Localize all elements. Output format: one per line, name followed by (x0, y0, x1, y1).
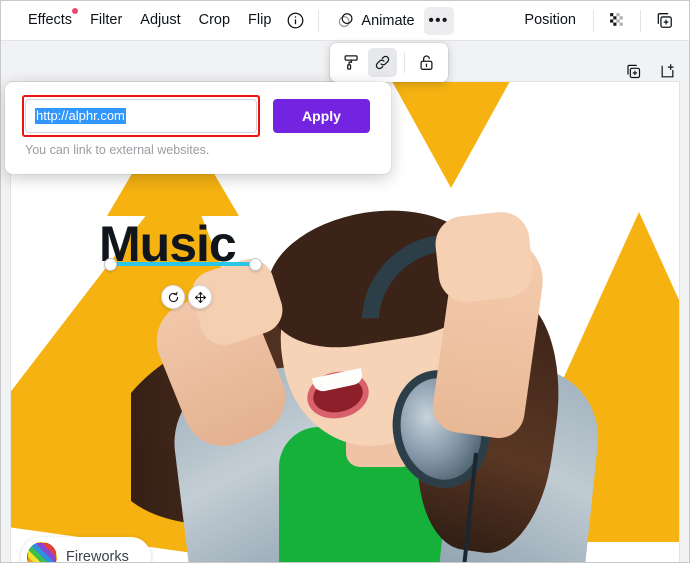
editor-window: Effects Filter Adjust Crop Flip Animate … (0, 0, 690, 563)
more-options-button[interactable]: ••• (423, 6, 454, 35)
link-dialog-row: http://alphr.com Apply (22, 95, 375, 137)
top-toolbar: Effects Filter Adjust Crop Flip Animate … (1, 1, 689, 41)
rotate-handle[interactable] (161, 285, 185, 309)
raised-fist (432, 209, 536, 305)
toolbar-item-adjust[interactable]: Adjust (131, 7, 189, 34)
toolbar-divider-2 (593, 9, 594, 32)
resize-handle-right[interactable] (249, 258, 262, 271)
effects-new-badge-icon (72, 8, 79, 15)
toolbar-item-effects[interactable]: Effects (19, 7, 81, 34)
page-thumbnail-pill[interactable]: Fireworks (21, 537, 151, 562)
transparency-checkerboard-icon[interactable] (602, 6, 632, 36)
toolbar-item-filter[interactable]: Filter (81, 7, 131, 34)
info-circle-icon[interactable] (280, 6, 310, 36)
fireworks-thumbnail-icon (27, 542, 57, 562)
duplicate-page-icon[interactable] (619, 57, 647, 85)
float-toolbar-divider (404, 52, 405, 73)
resize-handle-left[interactable] (104, 258, 117, 271)
move-handle[interactable] (188, 285, 212, 309)
decorative-triangle-top-right (388, 82, 514, 188)
toolbar-item-flip[interactable]: Flip (239, 7, 280, 34)
toolbar-divider (318, 9, 320, 32)
toolbar-item-label: Adjust (140, 12, 181, 29)
lock-icon[interactable] (412, 48, 441, 77)
toolbar-divider-3 (640, 9, 641, 32)
animate-button[interactable]: Animate (327, 6, 423, 35)
animate-icon (336, 11, 355, 30)
toolbar-item-crop[interactable]: Crop (190, 7, 239, 34)
object-floating-toolbar (330, 43, 448, 82)
link-icon[interactable] (368, 48, 397, 77)
text-selection-underline (110, 262, 255, 266)
toolbar-item-label: Filter (90, 12, 123, 29)
duplicate-page-icon[interactable] (649, 6, 679, 36)
canvas-action-icons (619, 57, 681, 85)
url-input[interactable] (25, 99, 257, 133)
add-page-icon[interactable] (653, 57, 681, 85)
toolbar-item-label: Flip (248, 12, 272, 29)
more-horizontal-icon: ••• (428, 11, 449, 29)
toolbar-item-label: Effects (28, 12, 73, 29)
link-dialog-hint: You can link to external websites. (25, 143, 210, 157)
toolbar-item-label: Crop (198, 12, 231, 29)
apply-button[interactable]: Apply (273, 99, 370, 133)
position-label: Position (524, 12, 576, 29)
page-label: Fireworks (66, 549, 129, 562)
animate-label: Animate (361, 12, 415, 29)
url-input-wrapper: http://alphr.com (22, 95, 260, 137)
paint-roller-icon[interactable] (337, 48, 366, 77)
link-dialog: http://alphr.com Apply You can link to e… (5, 82, 391, 174)
position-button[interactable]: Position (515, 7, 585, 34)
